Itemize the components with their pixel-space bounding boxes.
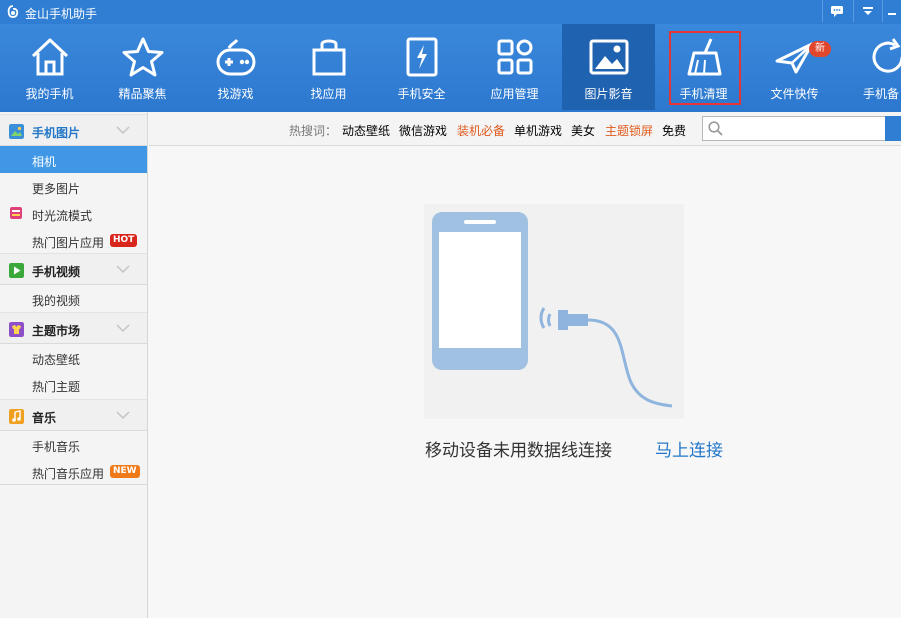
search-icon xyxy=(708,121,723,136)
connect-now-link[interactable]: 马上连接 xyxy=(655,436,723,461)
toolbar-phone-cleanup[interactable]: 手机清理 xyxy=(666,24,759,110)
menu-down-icon xyxy=(862,7,873,15)
toolbar-label: 精品聚焦 xyxy=(118,87,167,101)
toolbar-my-phone[interactable]: 我的手机 xyxy=(3,24,96,110)
toolbar-label: 我的手机 xyxy=(25,87,74,101)
sidebar-section-label: 音乐 xyxy=(32,411,57,425)
refresh-icon xyxy=(872,38,901,73)
chevron-down-icon xyxy=(116,411,130,420)
picture-section-icon xyxy=(9,124,24,139)
hot-search-label: 热搜词： xyxy=(289,124,338,138)
sidebar-item-label: 热门主题 xyxy=(32,380,81,394)
shopping-bag-icon xyxy=(312,39,346,76)
sidebar-item-label: 更多图片 xyxy=(32,182,81,196)
toolbar-backup[interactable]: 手机备 xyxy=(841,24,901,110)
app-grid-icon xyxy=(497,39,533,75)
paper-plane-icon xyxy=(775,42,814,74)
hot-keyword[interactable]: 主题锁屏 xyxy=(605,122,653,139)
title-bar: 金山手机助手 xyxy=(0,0,901,24)
sidebar-item-label: 我的视频 xyxy=(32,294,81,308)
sidebar-item-label: 动态壁纸 xyxy=(32,353,81,367)
menu-button[interactable] xyxy=(853,0,881,22)
star-icon xyxy=(122,37,164,77)
hot-keyword[interactable]: 免费 xyxy=(662,122,686,139)
sidebar-item-phone-music[interactable]: 手机音乐 xyxy=(0,431,147,458)
toolbar-label: 手机备 xyxy=(863,87,900,101)
toolbar-label: 手机安全 xyxy=(397,87,446,101)
toolbar-label: 图片影音 xyxy=(584,87,633,101)
toolbar-label: 应用管理 xyxy=(490,87,539,101)
main-content: 移动设备未用数据线连接 马上连接 xyxy=(149,147,901,618)
sidebar-section-phone-pictures[interactable]: 手机图片 xyxy=(0,114,147,146)
sidebar-item-label: 相机 xyxy=(32,155,57,169)
hot-keyword[interactable]: 美女 xyxy=(571,122,595,139)
sidebar-section-label: 主题市场 xyxy=(32,324,81,338)
music-section-icon xyxy=(9,409,24,424)
sidebar-item-label: 热门图片应用 xyxy=(32,236,105,250)
sidebar-item-timeline[interactable]: 时光流模式 xyxy=(0,200,147,227)
sidebar-section-label: 手机视频 xyxy=(32,265,81,279)
chat-icon xyxy=(830,6,843,17)
sidebar-item-label: 热门音乐应用 xyxy=(32,467,105,481)
toolbar-security[interactable]: 手机安全 xyxy=(375,24,468,110)
search-bar: 热搜词： 动态壁纸 微信游戏 装机必备 单机游戏 美女 主题锁屏 免费 xyxy=(149,112,901,146)
sidebar-item-label: 时光流模式 xyxy=(32,209,93,223)
new-badge: 新 xyxy=(809,41,831,57)
toolbar-label: 手机清理 xyxy=(679,87,728,101)
sidebar-item-more-pictures[interactable]: 更多图片 xyxy=(0,173,147,200)
toolbar-label: 找应用 xyxy=(310,87,347,101)
feedback-button[interactable] xyxy=(822,0,850,22)
picture-icon xyxy=(589,39,629,75)
sidebar-item-live-wallpaper[interactable]: 动态壁纸 xyxy=(0,344,147,371)
hot-keyword[interactable]: 单机游戏 xyxy=(514,122,562,139)
sidebar-item-label: 手机音乐 xyxy=(32,440,81,454)
main-toolbar: 我的手机 精品聚焦 找游戏 找应用 手机安全 应用管理 图片影音 手机清理 新 … xyxy=(0,24,901,112)
minimize-button[interactable] xyxy=(882,0,901,22)
theme-section-icon xyxy=(9,322,24,337)
toolbar-file-transfer[interactable]: 新 文件快传 xyxy=(748,24,841,110)
app-logo-icon xyxy=(7,5,19,18)
sidebar-item-my-videos[interactable]: 我的视频 xyxy=(0,285,147,312)
sidebar-item-camera[interactable]: 相机 xyxy=(0,146,147,173)
hot-keyword[interactable]: 装机必备 xyxy=(457,122,505,139)
chevron-down-icon xyxy=(116,324,130,333)
toolbar-games[interactable]: 找游戏 xyxy=(189,24,282,110)
sidebar-item-hot-picture-apps[interactable]: 热门图片应用 HOT xyxy=(0,227,147,254)
sidebar-item-hot-music-apps[interactable]: 热门音乐应用 NEW xyxy=(0,458,147,485)
toolbar-apps[interactable]: 找应用 xyxy=(282,24,375,110)
sidebar: 手机图片 相机 更多图片 时光流模式 热门图片应用 HOT 手机视频 我的视频 … xyxy=(0,112,148,618)
chevron-down-icon xyxy=(116,126,130,135)
phone-disconnected-illustration xyxy=(424,204,684,419)
toolbar-label: 找游戏 xyxy=(217,87,254,101)
toolbar-app-manager[interactable]: 应用管理 xyxy=(468,24,561,110)
sidebar-section-music[interactable]: 音乐 xyxy=(0,399,147,431)
minimize-icon xyxy=(888,13,896,15)
app-title: 金山手机助手 xyxy=(25,7,98,21)
hot-keyword[interactable]: 微信游戏 xyxy=(399,122,447,139)
toolbar-featured[interactable]: 精品聚焦 xyxy=(96,24,189,110)
timeline-icon xyxy=(10,207,22,219)
broom-icon xyxy=(687,38,722,76)
toolbar-media[interactable]: 图片影音 xyxy=(562,24,655,110)
search-input[interactable] xyxy=(702,116,886,141)
gamepad-icon xyxy=(216,39,256,76)
search-button[interactable] xyxy=(885,116,901,141)
sidebar-item-hot-themes[interactable]: 热门主题 xyxy=(0,371,147,398)
video-section-icon xyxy=(9,263,24,278)
toolbar-label: 文件快传 xyxy=(770,87,819,101)
sidebar-section-theme-market[interactable]: 主题市场 xyxy=(0,312,147,344)
hot-badge: HOT xyxy=(110,234,138,247)
hot-keyword[interactable]: 动态壁纸 xyxy=(342,122,390,139)
new-badge: NEW xyxy=(110,465,140,478)
disconnected-message: 移动设备未用数据线连接 xyxy=(425,441,612,461)
home-icon xyxy=(31,38,69,76)
sidebar-section-phone-video[interactable]: 手机视频 xyxy=(0,253,147,285)
chevron-down-icon xyxy=(116,265,130,274)
shield-phone-icon xyxy=(406,37,438,77)
sidebar-section-label: 手机图片 xyxy=(32,126,81,140)
